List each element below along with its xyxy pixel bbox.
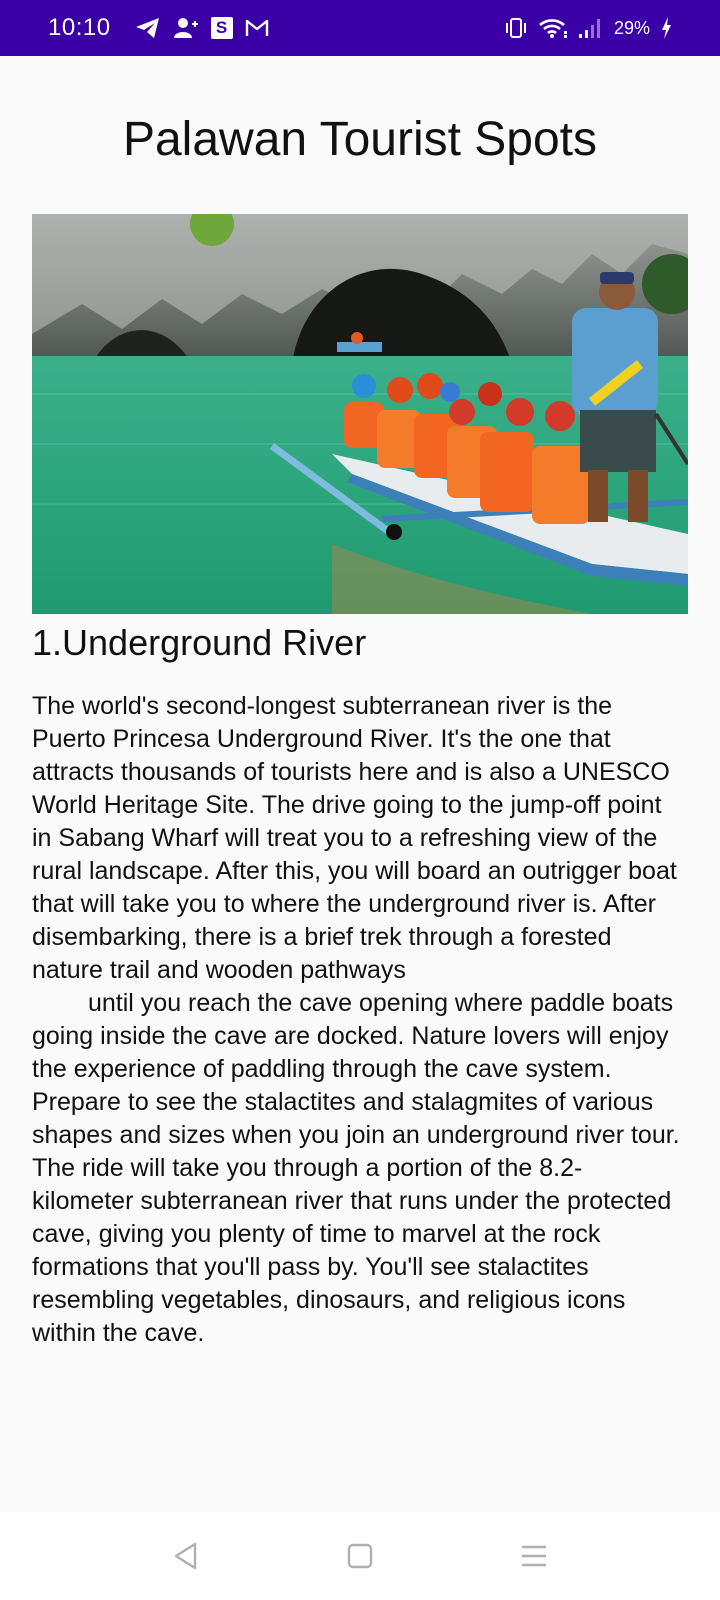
underground-river-photo: [32, 214, 688, 614]
status-bar: 10:10 S 29%: [0, 0, 720, 56]
system-nav-bar: [0, 1512, 720, 1600]
gmail-icon: [245, 18, 269, 38]
menu-lines-icon[interactable]: [521, 1544, 547, 1568]
system-icons: 29%: [504, 16, 672, 40]
signal-icon: [578, 17, 604, 39]
back-triangle-icon[interactable]: [173, 1542, 199, 1570]
battery-icon: [660, 16, 672, 40]
main-content: Palawan Tourist Spots 1.Underground Rive…: [0, 56, 720, 1512]
description-paragraph: The world's second-longest subterranean …: [32, 690, 680, 1350]
battery-percent: 29%: [613, 17, 650, 38]
vibrate-icon: [504, 17, 528, 39]
person-add-icon: [173, 17, 199, 39]
page-title: Palawan Tourist Spots: [122, 113, 598, 166]
wifi-icon: [538, 17, 568, 39]
description-part-1: The world's second-longest subterranean …: [32, 692, 677, 984]
section-heading: 1.Underground River: [32, 622, 367, 663]
description-part-2: until you reach the cave opening where p…: [32, 989, 680, 1347]
telegram-icon: [135, 17, 161, 39]
s-app-icon: S: [210, 17, 233, 39]
status-time: 10:10: [48, 14, 111, 41]
notification-icons: S: [135, 17, 269, 39]
home-square-icon[interactable]: [347, 1543, 373, 1569]
